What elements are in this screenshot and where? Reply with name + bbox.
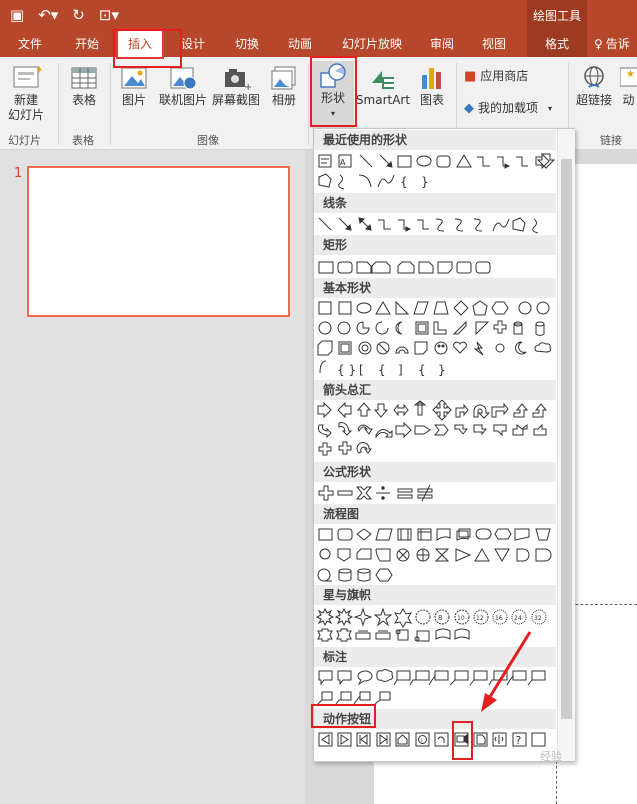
action-buttons: i ? [318,732,546,747]
rectangles-row [318,261,491,274]
svg-text:}: } [438,363,446,377]
title-bar: ▣ ↶▾ ↻ ⊡▾ 绘图工具 [0,0,637,30]
undo-icon[interactable]: ↶▾ [38,7,58,23]
scrollbar-thumb[interactable] [561,159,572,719]
svg-text:{: { [418,363,426,377]
smartart-icon [372,71,394,89]
addins-icon: ◆ [464,101,474,116]
shapes-gallery-drawing: A { } {} [{] {} 8 10 12 16 24 32 i ? [315,152,556,747]
slide-number: 1 [14,166,23,181]
table-icon [71,67,97,89]
svg-text:+: + [244,82,251,93]
svg-text:12: 12 [476,615,484,622]
svg-text:✦: ✦ [35,65,42,76]
section-basic-shapes: 基本形状 [314,278,556,298]
smartart-button[interactable]: SmartArt [356,63,410,108]
section-equation-shapes: 公式形状 [314,462,556,482]
tab-animations[interactable]: 动画 [276,30,324,57]
group-label-images: 图像 [197,134,219,147]
tab-home[interactable]: 开始 [62,30,112,57]
tab-transitions[interactable]: 切换 [222,30,272,57]
svg-text:24: 24 [514,615,522,622]
save-icon[interactable]: ▣ [10,7,24,23]
tab-slideshow[interactable]: 幻灯片放映 [332,30,412,57]
tab-review[interactable]: 审阅 [418,30,466,57]
svg-text:16: 16 [495,615,503,622]
gallery-scrollbar[interactable] [557,129,575,761]
my-addins-button[interactable]: ◆ 我的加载项 ▾ [464,101,552,116]
svg-text:★: ★ [626,69,635,80]
chart-button[interactable]: 图表 [414,63,450,108]
svg-text:A: A [340,158,346,167]
drawing-tools-context-title: 绘图工具 [527,0,587,30]
hyperlink-button[interactable]: 超链接 [574,63,614,108]
redo-icon[interactable]: ↻ [72,7,85,23]
dropdown-arrow-icon: ▾ [548,104,553,113]
block-arrows [317,399,548,456]
section-rectangles: 矩形 [314,235,556,255]
lines-row [318,217,539,234]
svg-text:?: ? [516,734,522,747]
svg-text:{ }: { } [337,363,356,377]
section-stars-banners: 星与旗帜 [314,585,556,605]
watermark: 经验 [540,750,562,763]
flowchart-shapes [317,528,552,582]
equation-shapes [318,484,433,502]
svg-text:{: { [378,363,386,377]
highlight-shapes-button [310,56,357,127]
stars-banners: 8 10 12 16 24 32 [315,607,547,642]
svg-text:10: 10 [457,615,465,622]
tell-me-box[interactable]: ♀ 告诉 [594,30,637,57]
section-callouts: 标注 [314,647,556,667]
action-button[interactable]: ★ 动 [620,63,637,108]
recent-shapes-row-2: { } [318,173,429,190]
svg-text:8: 8 [438,614,442,622]
group-label-links: 链接 [600,134,622,147]
callout-shapes [317,669,546,705]
section-lines: 线条 [314,193,556,213]
shapes-gallery: A { } {} [{] {} 8 10 12 16 24 32 i ?… [313,128,575,762]
store-icon: ■ [464,69,477,84]
tab-view[interactable]: 视图 [472,30,516,57]
online-picture-button[interactable]: 联机图片 [156,63,210,108]
present-icon[interactable]: ⊡▾ [99,7,119,23]
screenshot-button[interactable]: + 屏幕截图 [210,63,262,108]
highlight-insert-tab [113,29,182,68]
lightbulb-icon: ♀ [594,36,603,51]
album-icon [271,66,296,90]
new-slide-icon: ✦ [13,65,42,88]
chart-icon [422,68,441,89]
section-block-arrows: 箭头总汇 [314,380,556,400]
svg-text:}: } [421,175,429,189]
section-recent-shapes: 最近使用的形状 [314,130,556,150]
svg-text:]: ] [398,363,403,377]
svg-text:{: { [400,175,408,189]
svg-text:32: 32 [534,615,542,622]
new-slide-button[interactable]: ✦ 新建 幻灯片 [4,63,48,123]
tab-file[interactable]: 文件 [8,30,52,57]
hyperlink-icon [584,66,604,88]
group-label-tables: 表格 [72,134,94,147]
tab-format[interactable]: 格式 [527,30,587,57]
action-icon: ★ [620,67,637,87]
svg-text:[: [ [359,363,364,377]
slide-thumbnail[interactable] [27,166,290,317]
screenshot-icon: + [225,69,251,93]
basic-shapes: { } [ { ] { } [317,300,551,377]
recent-shapes-row-1: A [318,152,556,170]
picture-button[interactable]: 图片 [116,63,152,108]
group-label-slides: 幻灯片 [8,134,41,147]
section-flowchart: 流程图 [314,504,556,524]
album-button[interactable]: 相册 [266,63,302,108]
highlight-movie-action-button [452,721,473,760]
table-button[interactable]: 表格 [66,63,102,108]
ribbon-tabs: 文件 开始 插入 设计 切换 动画 幻灯片放映 审阅 视图 格式 ♀ 告诉 [0,28,637,59]
store-button[interactable]: ■ 应用商店 [464,69,528,84]
quick-access-toolbar: ▣ ↶▾ ↻ ⊡▾ [10,7,119,23]
highlight-action-buttons-header [311,704,376,728]
svg-text:i: i [421,738,422,744]
